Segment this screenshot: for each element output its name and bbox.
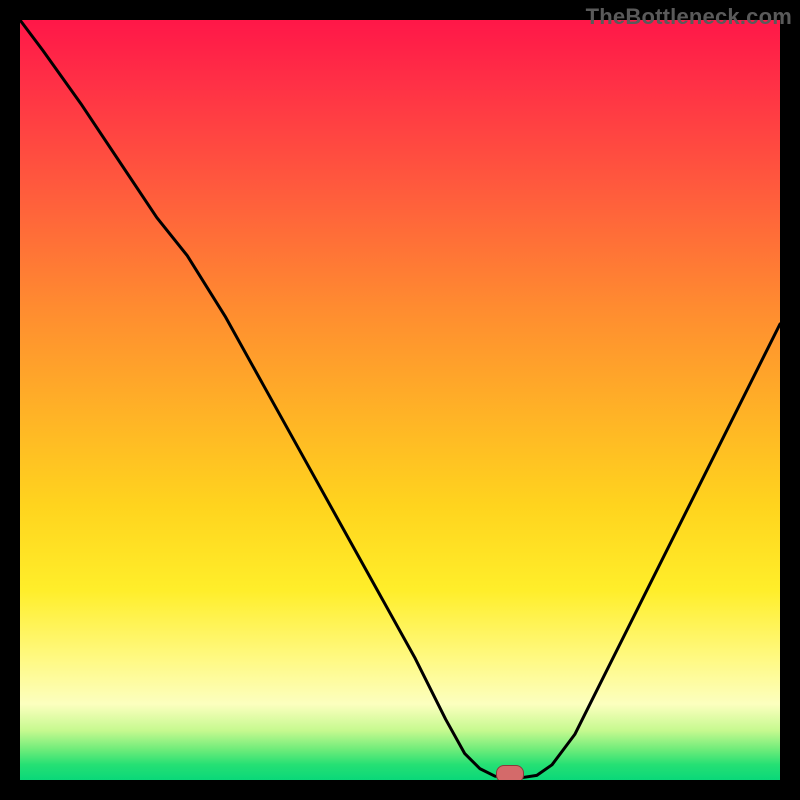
watermark-text: TheBottleneck.com bbox=[586, 4, 792, 30]
minimum-marker-icon bbox=[496, 765, 524, 780]
bottleneck-curve bbox=[20, 20, 780, 780]
plot-area bbox=[20, 20, 780, 780]
chart-frame: TheBottleneck.com bbox=[0, 0, 800, 800]
